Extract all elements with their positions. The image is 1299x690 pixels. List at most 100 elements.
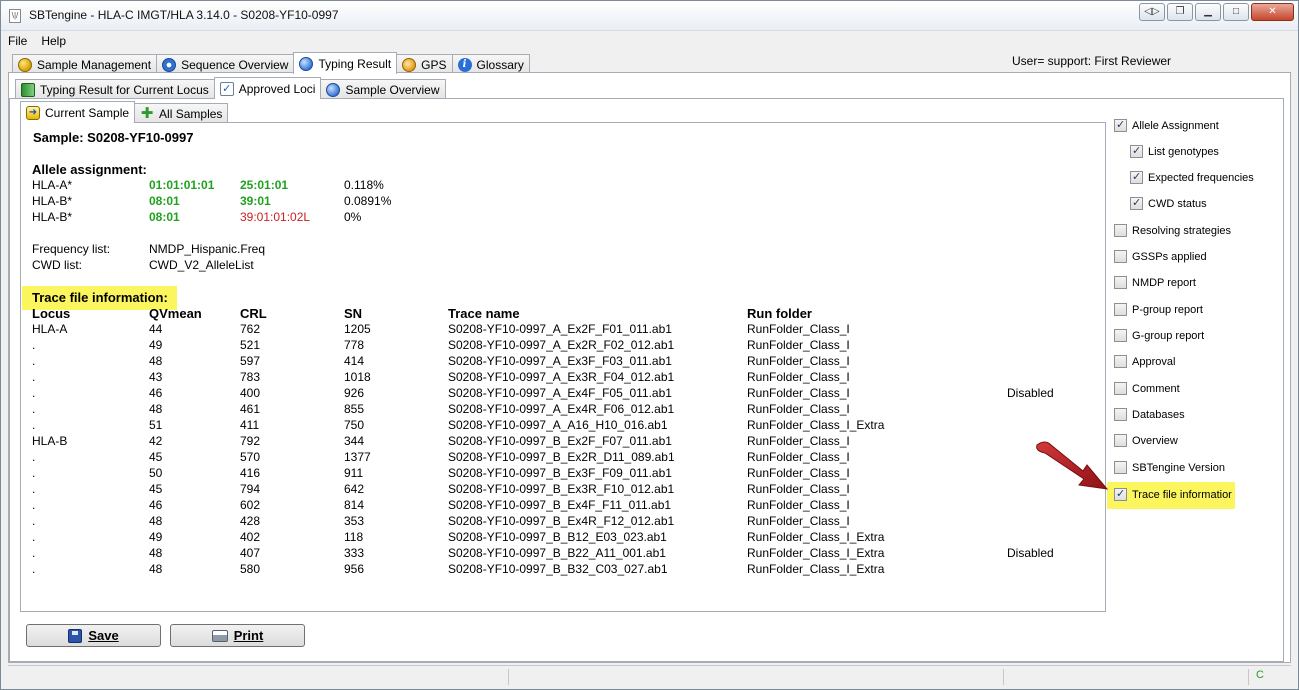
trace-cell-qvmean: 48 [149, 514, 163, 528]
trace-cell-crl: 792 [240, 434, 261, 448]
restore-layout-icon[interactable]: ◁▷ [1139, 3, 1165, 21]
tab-sample-management[interactable]: Sample Management [12, 54, 158, 74]
tab-sequence-overview[interactable]: Sequence Overview [156, 54, 295, 74]
option-gssps-applied[interactable]: GSSPs applied [1114, 250, 1207, 263]
trace-cell-trace-name: S0208-YF10-0997_A_Ex3R_F04_012.ab1 [448, 370, 675, 384]
trace-cell-sn: 333 [344, 546, 365, 560]
arrow-icon: ➜ [26, 105, 40, 120]
checkbox-unchecked[interactable] [1114, 382, 1127, 395]
column-header-locus: Locus [32, 306, 71, 321]
option-cwd-status[interactable]: CWD status [1130, 196, 1207, 210]
option-expected-frequencies[interactable]: Expected frequencies [1130, 170, 1254, 184]
red-arrow-icon [1036, 441, 1109, 490]
tab-typing-result-current-locus[interactable]: Typing Result for Current Locus [15, 79, 215, 99]
option-approval[interactable]: Approval [1114, 355, 1175, 368]
option-trace-file-informatior[interactable]: Trace file informatior [1114, 487, 1232, 501]
save-button[interactable]: Save [26, 624, 161, 647]
option-g-group-report[interactable]: G-group report [1114, 329, 1204, 342]
checkbox-checked[interactable] [1130, 170, 1143, 184]
trace-row: . 43 783 1018 S0208-YF10-0997_A_Ex3R_F04_012… [21, 370, 1107, 386]
tab-label: Typing Result [318, 56, 392, 71]
printer-icon [211, 629, 228, 642]
option-label: Allele Assignment [1132, 119, 1219, 132]
checkbox-checked[interactable] [1114, 118, 1127, 132]
trace-cell-locus: . [32, 418, 36, 432]
tab-approved-loci[interactable]: ✓ Approved Loci [213, 77, 322, 99]
trace-cell-sn: 353 [344, 514, 365, 528]
trace-cell-trace-name: S0208-YF10-0997_B_B32_C03_027.ab1 [448, 562, 668, 576]
trace-cell-locus: . [32, 562, 36, 576]
trace-cell-crl: 407 [240, 546, 261, 560]
trace-row: . 48 407 333 S0208-YF10-0997_B_B22_A11_001.a… [21, 546, 1107, 562]
allele-2: 39:01 [240, 194, 271, 208]
option-allele-assignment[interactable]: Allele Assignment [1114, 118, 1219, 132]
checkbox-unchecked[interactable] [1114, 408, 1127, 421]
trace-header-row: Locus QVmean CRL SN Trace name Run folde… [21, 306, 1107, 322]
trace-cell-run-folder: RunFolder_Class_I [747, 450, 850, 464]
maximize-button[interactable]: □ [1223, 3, 1249, 21]
checkbox-checked[interactable] [1130, 144, 1143, 158]
option-p-group-report[interactable]: P-group report [1114, 303, 1203, 316]
checkbox-unchecked[interactable] [1114, 303, 1127, 316]
print-button[interactable]: Print [170, 624, 305, 647]
trace-cell-locus: . [32, 466, 36, 480]
tab-sample-overview[interactable]: Sample Overview [320, 79, 446, 99]
trace-cell-run-folder: RunFolder_Class_I [747, 338, 850, 352]
option-comment[interactable]: Comment [1114, 382, 1180, 395]
option-label: Overview [1132, 434, 1178, 447]
checkbox-unchecked[interactable] [1114, 329, 1127, 342]
checkbox-unchecked[interactable] [1114, 276, 1127, 289]
trace-cell-sn: 118 [344, 530, 364, 544]
checkbox-checked[interactable] [1130, 196, 1143, 210]
menu-help[interactable]: Help [34, 31, 73, 51]
checkbox-unchecked[interactable] [1114, 250, 1127, 263]
trace-cell-qvmean: 45 [149, 482, 163, 496]
print-label: Print [233, 628, 264, 643]
tab-gps[interactable]: GPS [396, 54, 453, 74]
allele-locus: HLA-A* [32, 178, 73, 192]
trace-cell-run-folder: RunFolder_Class_I_Extra [747, 546, 885, 560]
trace-cell-locus: HLA-B [32, 434, 68, 448]
trace-cell-locus: . [32, 402, 36, 416]
option-overview[interactable]: Overview [1114, 434, 1178, 447]
menu-file[interactable]: File [1, 31, 34, 51]
sample-title: Sample: S0208-YF10-0997 [33, 130, 194, 145]
menu-bar: File Help [1, 31, 1298, 51]
tab-all-samples[interactable]: ✚ All Samples [134, 103, 229, 123]
status-indicator: C [1256, 669, 1264, 681]
option-label: Expected frequencies [1148, 171, 1254, 184]
app-icon[interactable]: \|/ [9, 9, 21, 23]
column-header-trace-name: Trace name [448, 306, 520, 321]
option-label: Databases [1132, 408, 1185, 421]
status-bar: C [8, 665, 1291, 687]
trace-cell-sn: 414 [344, 354, 365, 368]
tab-current-sample[interactable]: ➜ Current Sample [20, 101, 136, 123]
copy-window-icon[interactable]: ❐ [1167, 3, 1193, 21]
blue-circle-icon [299, 56, 314, 71]
tab-label: Sample Overview [345, 82, 440, 97]
checkbox-unchecked[interactable] [1114, 355, 1127, 368]
column-header-crl: CRL [240, 306, 267, 321]
option-resolving-strategies[interactable]: Resolving strategies [1114, 224, 1231, 237]
tab-glossary[interactable]: i Glossary [451, 54, 530, 74]
trace-cell-locus: . [32, 338, 36, 352]
tab-typing-result[interactable]: Typing Result [293, 52, 398, 74]
globe-icon [18, 57, 32, 72]
allele-2: 25:01:01 [240, 178, 289, 192]
checkbox-unchecked[interactable] [1114, 224, 1127, 237]
minimize-button[interactable]: ▁ [1195, 3, 1221, 21]
trace-cell-run-folder: RunFolder_Class_I [747, 402, 850, 416]
option-nmdp-report[interactable]: NMDP report [1114, 276, 1196, 289]
option-sbtengine-version[interactable]: SBTengine Version [1114, 461, 1225, 474]
option-list-genotypes[interactable]: List genotypes [1130, 144, 1219, 158]
option-label: P-group report [1132, 303, 1203, 316]
trace-cell-crl: 402 [240, 530, 261, 544]
tab-label: Sequence Overview [181, 57, 289, 72]
frequency-list-value: NMDP_Hispanic.Freq [149, 242, 266, 256]
trace-cell-sn: 1205 [344, 322, 371, 336]
trace-row: . 49 521 778 S0208-YF10-0997_A_Ex2R_F02_012.… [21, 338, 1107, 354]
trace-cell-run-folder: RunFolder_Class_I [747, 498, 850, 512]
option-databases[interactable]: Databases [1114, 408, 1185, 421]
close-button[interactable]: ✕ [1251, 3, 1294, 21]
trace-row: . 48 428 353 S0208-YF10-0997_B_Ex4R_F12_012.… [21, 514, 1107, 530]
